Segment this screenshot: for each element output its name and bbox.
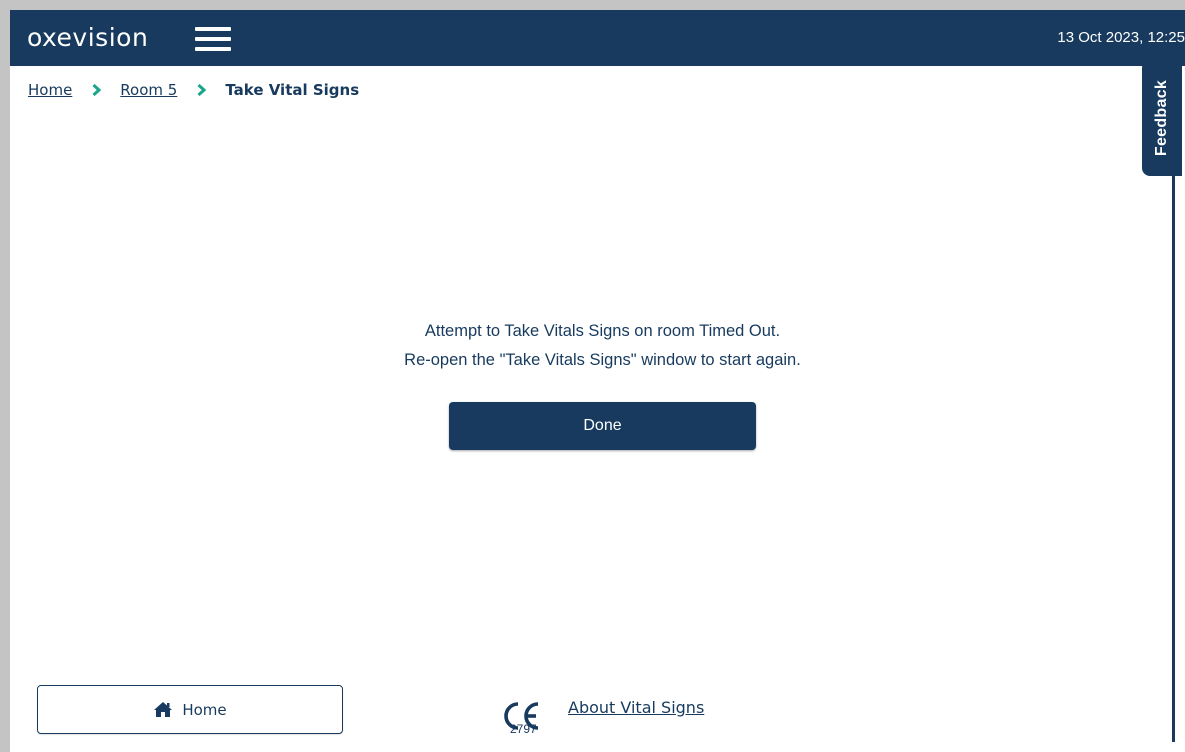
ce-number: 2797 [510,722,537,736]
oxevision-logo: oxevision [27,23,149,52]
breadcrumb-home[interactable]: Home [28,81,72,99]
chevron-right-icon [92,84,102,96]
message-line-2: Re-open the "Take Vitals Signs" window t… [404,351,801,369]
feedback-label: Feedback [1153,79,1170,157]
home-button[interactable]: Home [37,685,343,734]
home-icon [154,702,173,717]
top-bar: oxevision 13 Oct 2023, 12:25 [10,10,1185,66]
date-time: 13 Oct 2023, 12:25 [1057,29,1185,46]
breadcrumb: Home Room 5 Take Vital Signs [28,78,359,102]
feedback-tab[interactable]: Feedback [1142,60,1182,176]
home-button-label: Home [182,700,227,719]
about-vital-signs-link[interactable]: About Vital Signs [568,698,704,717]
right-edge-bar [1172,176,1175,742]
breadcrumb-room[interactable]: Room 5 [120,81,177,99]
chevron-right-icon [197,84,207,96]
done-button[interactable]: Done [449,402,756,450]
app-container: oxevision 13 Oct 2023, 12:25 Home Room 5… [10,10,1185,752]
hamburger-menu-icon[interactable] [195,26,231,52]
breadcrumb-current: Take Vital Signs [225,81,360,99]
message-line-1: Attempt to Take Vitals Signs on room Tim… [424,322,781,340]
timeout-message: Attempt to Take Vitals Signs on room Tim… [10,317,1185,375]
window-frame: oxevision 13 Oct 2023, 12:25 Home Room 5… [0,0,1185,752]
